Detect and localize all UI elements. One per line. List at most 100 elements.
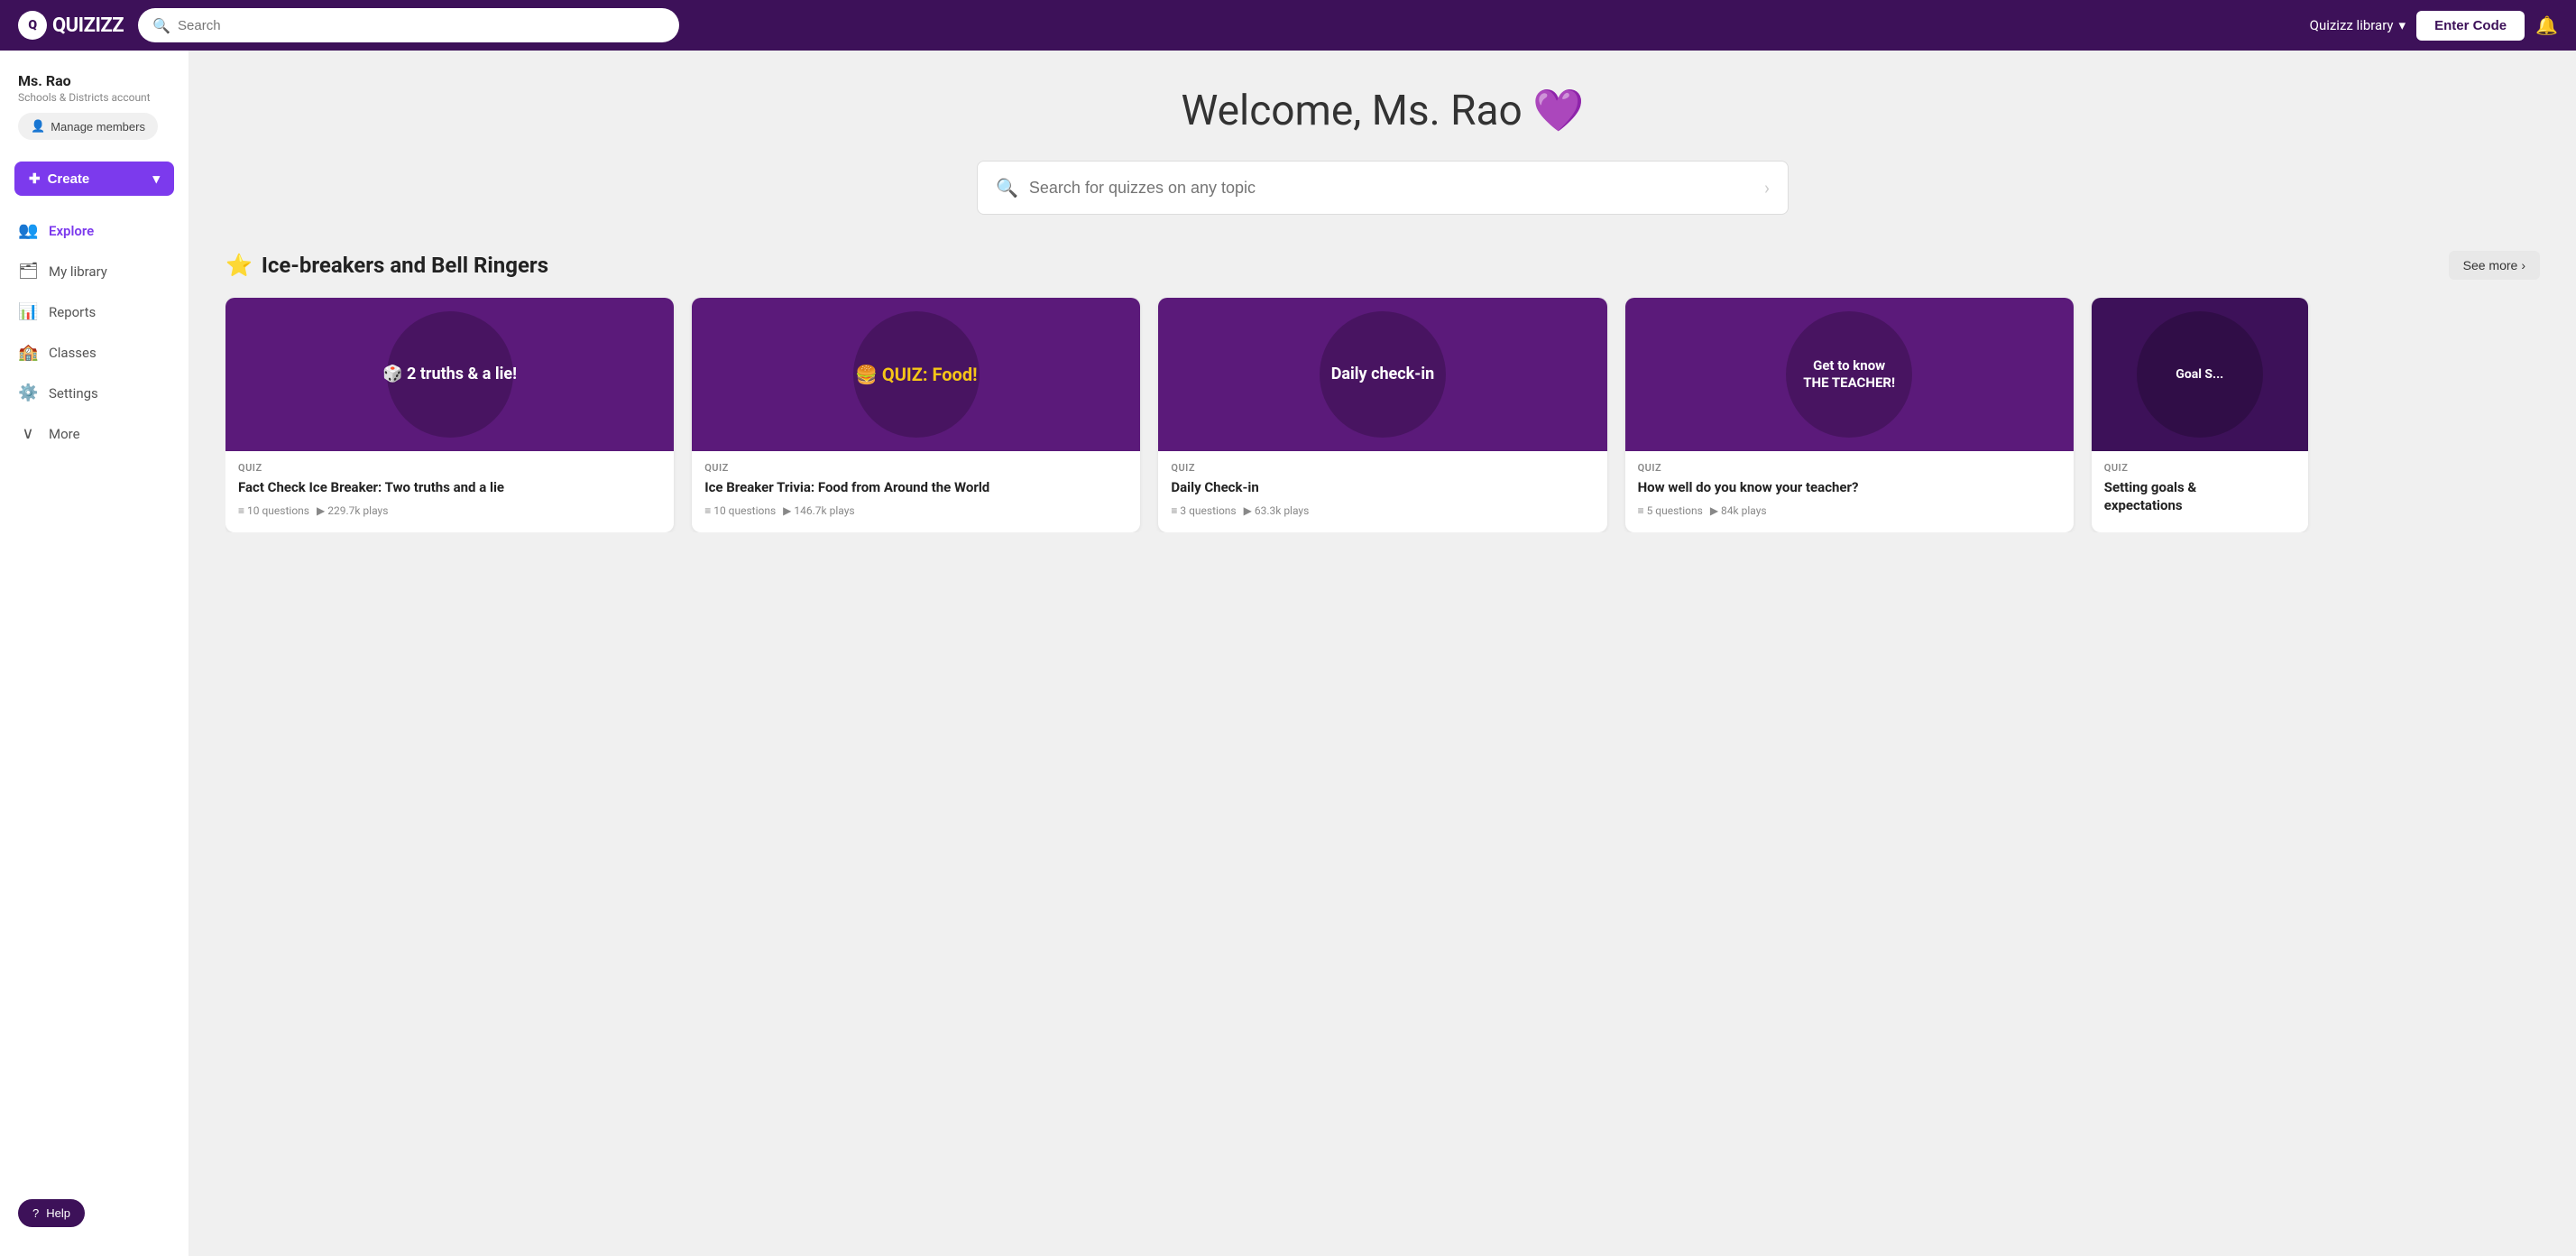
search-arrow-icon: › bbox=[1764, 177, 1770, 199]
quiz-card-4[interactable]: Get to knowTHE TEACHER! QUIZ How well do… bbox=[1625, 298, 2074, 532]
card-title-1: Fact Check Ice Breaker: Two truths and a… bbox=[238, 479, 661, 497]
settings-icon: ⚙️ bbox=[18, 383, 38, 402]
chevron-down-icon: ▾ bbox=[2399, 17, 2406, 33]
top-search-input[interactable] bbox=[178, 18, 665, 33]
more-chevron-icon: ∨ bbox=[18, 424, 38, 443]
manage-members-button[interactable]: 👤 Manage members bbox=[18, 113, 158, 140]
card-thumbnail-3: Daily check-in bbox=[1158, 298, 1606, 451]
card-title-5: Setting goals &expectations bbox=[2104, 479, 2295, 514]
logo[interactable]: Q QUIZIZZ bbox=[18, 11, 124, 40]
logo-text: QUIZIZZ bbox=[52, 14, 124, 37]
card-thumbnail-4: Get to knowTHE TEACHER! bbox=[1625, 298, 2074, 451]
card-thumb-text-1: 🎲 2 truths & a lie! bbox=[375, 356, 524, 392]
card-title-4: How well do you know your teacher? bbox=[1638, 479, 2061, 497]
main-content: Welcome, Ms. Rao 💜 🔍 › ⭐ Ice-breakers an… bbox=[189, 51, 2576, 1256]
sidebar-item-more-label: More bbox=[49, 426, 80, 442]
create-button[interactable]: ✚ Create ▾ bbox=[14, 162, 174, 196]
card-meta-3: ≡ 3 questions ▶ 63.3k plays bbox=[1171, 504, 1594, 517]
sidebar-item-reports-label: Reports bbox=[49, 304, 96, 320]
card-body-3: QUIZ Daily Check-in ≡ 3 questions ▶ 63.3… bbox=[1158, 451, 1606, 528]
quiz-card-3[interactable]: Daily check-in QUIZ Daily Check-in ≡ 3 q… bbox=[1158, 298, 1606, 532]
sidebar-item-classes[interactable]: 🏫 Classes bbox=[0, 332, 189, 373]
section-title: ⭐ Ice-breakers and Bell Ringers bbox=[225, 253, 548, 278]
section-header: ⭐ Ice-breakers and Bell Ringers See more… bbox=[225, 251, 2540, 280]
plus-icon: ✚ bbox=[29, 171, 41, 187]
sidebar-item-my-library[interactable]: 🗂 My library bbox=[0, 251, 189, 291]
explore-icon: 👥 bbox=[18, 221, 38, 240]
see-more-chevron-icon: › bbox=[2521, 258, 2525, 272]
main-search-bar[interactable]: 🔍 › bbox=[977, 161, 1789, 215]
create-label: Create bbox=[48, 171, 90, 187]
search-icon: 🔍 bbox=[152, 17, 170, 34]
card-questions-3: ≡ 3 questions bbox=[1171, 504, 1236, 517]
see-more-label: See more bbox=[2463, 258, 2518, 272]
library-label: Quizizz library bbox=[2310, 17, 2394, 33]
card-tag-4: QUIZ bbox=[1638, 462, 2061, 474]
card-thumb-text-5: Goal S... bbox=[2168, 359, 2231, 390]
card-thumbnail-5: Goal S... bbox=[2092, 298, 2308, 451]
main-layout: Ms. Rao Schools & Districts account 👤 Ma… bbox=[0, 51, 2576, 1256]
sidebar-item-explore-label: Explore bbox=[49, 223, 94, 239]
card-meta-1: ≡ 10 questions ▶ 229.7k plays bbox=[238, 504, 661, 517]
card-thumbnail-1: 🎲 2 truths & a lie! bbox=[225, 298, 674, 451]
card-plays-4: ▶ 84k plays bbox=[1710, 504, 1767, 517]
bell-icon[interactable]: 🔔 bbox=[2535, 14, 2558, 36]
sidebar-item-settings[interactable]: ⚙️ Settings bbox=[0, 373, 189, 413]
sidebar-item-reports[interactable]: 📊 Reports bbox=[0, 291, 189, 332]
library-icon: 🗂 bbox=[18, 262, 38, 281]
card-title-3: Daily Check-in bbox=[1171, 479, 1594, 497]
card-body-2: QUIZ Ice Breaker Trivia: Food from Aroun… bbox=[692, 451, 1140, 528]
welcome-title: Welcome, Ms. Rao 💜 bbox=[225, 87, 2540, 135]
card-tag-3: QUIZ bbox=[1171, 462, 1594, 474]
enter-code-button[interactable]: Enter Code bbox=[2416, 11, 2525, 41]
main-search-icon: 🔍 bbox=[996, 177, 1018, 199]
quiz-card-2[interactable]: 🍔 QUIZ: Food! QUIZ Ice Breaker Trivia: F… bbox=[692, 298, 1140, 532]
sidebar-item-classes-label: Classes bbox=[49, 345, 97, 361]
library-dropdown[interactable]: Quizizz library ▾ bbox=[2310, 17, 2406, 33]
card-plays-1: ▶ 229.7k plays bbox=[317, 504, 388, 517]
manage-members-label: Manage members bbox=[51, 120, 145, 134]
card-thumb-text-2: 🍔 QUIZ: Food! bbox=[848, 356, 984, 393]
card-tag-1: QUIZ bbox=[238, 462, 661, 474]
classes-icon: 🏫 bbox=[18, 343, 38, 362]
sidebar-item-explore[interactable]: 👥 Explore bbox=[0, 210, 189, 251]
create-chevron-icon: ▾ bbox=[152, 171, 160, 187]
card-thumbnail-2: 🍔 QUIZ: Food! bbox=[692, 298, 1140, 451]
card-questions-1: ≡ 10 questions bbox=[238, 504, 309, 517]
section-title-text: Ice-breakers and Bell Ringers bbox=[262, 253, 548, 278]
welcome-text: Welcome, Ms. Rao bbox=[1182, 87, 1523, 135]
quiz-card-1[interactable]: 🎲 2 truths & a lie! QUIZ Fact Check Ice … bbox=[225, 298, 674, 532]
logo-icon: Q bbox=[18, 11, 47, 40]
card-meta-4: ≡ 5 questions ▶ 84k plays bbox=[1638, 504, 2061, 517]
top-search-bar[interactable]: 🔍 bbox=[138, 8, 679, 42]
sidebar-nav: 👥 Explore 🗂 My library 📊 Reports 🏫 Class… bbox=[0, 210, 189, 454]
card-body-4: QUIZ How well do you know your teacher? … bbox=[1625, 451, 2074, 528]
card-questions-2: ≡ 10 questions bbox=[704, 504, 776, 517]
reports-icon: 📊 bbox=[18, 302, 38, 321]
nav-right: Quizizz library ▾ Enter Code 🔔 bbox=[2310, 11, 2558, 41]
sidebar: Ms. Rao Schools & Districts account 👤 Ma… bbox=[0, 51, 189, 1256]
people-icon: 👤 bbox=[31, 119, 45, 134]
help-label: Help bbox=[46, 1206, 70, 1220]
card-plays-2: ▶ 146.7k plays bbox=[783, 504, 854, 517]
card-meta-2: ≡ 10 questions ▶ 146.7k plays bbox=[704, 504, 1127, 517]
quiz-card-5-partial[interactable]: Goal S... QUIZ Setting goals &expectatio… bbox=[2092, 298, 2308, 532]
card-questions-4: ≡ 5 questions bbox=[1638, 504, 1703, 517]
heart-icon: 💜 bbox=[1532, 87, 1584, 135]
cards-grid: 🎲 2 truths & a lie! QUIZ Fact Check Ice … bbox=[225, 298, 2540, 532]
card-tag-5: QUIZ bbox=[2104, 462, 2295, 474]
card-body-1: QUIZ Fact Check Ice Breaker: Two truths … bbox=[225, 451, 674, 528]
card-body-5: QUIZ Setting goals &expectations bbox=[2092, 451, 2308, 532]
help-button[interactable]: ? Help bbox=[18, 1199, 85, 1227]
user-name: Ms. Rao bbox=[18, 72, 170, 89]
card-tag-2: QUIZ bbox=[704, 462, 1127, 474]
top-navigation: Q QUIZIZZ 🔍 Quizizz library ▾ Enter Code… bbox=[0, 0, 2576, 51]
sidebar-item-settings-label: Settings bbox=[49, 385, 98, 402]
card-title-2: Ice Breaker Trivia: Food from Around the… bbox=[704, 479, 1127, 497]
sidebar-item-more[interactable]: ∨ More bbox=[0, 413, 189, 454]
see-more-button[interactable]: See more › bbox=[2449, 251, 2540, 280]
main-search-input[interactable] bbox=[1029, 179, 1753, 198]
card-plays-3: ▶ 63.3k plays bbox=[1244, 504, 1310, 517]
user-section: Ms. Rao Schools & Districts account 👤 Ma… bbox=[0, 65, 189, 154]
card-thumb-text-4: Get to knowTHE TEACHER! bbox=[1796, 350, 1902, 400]
